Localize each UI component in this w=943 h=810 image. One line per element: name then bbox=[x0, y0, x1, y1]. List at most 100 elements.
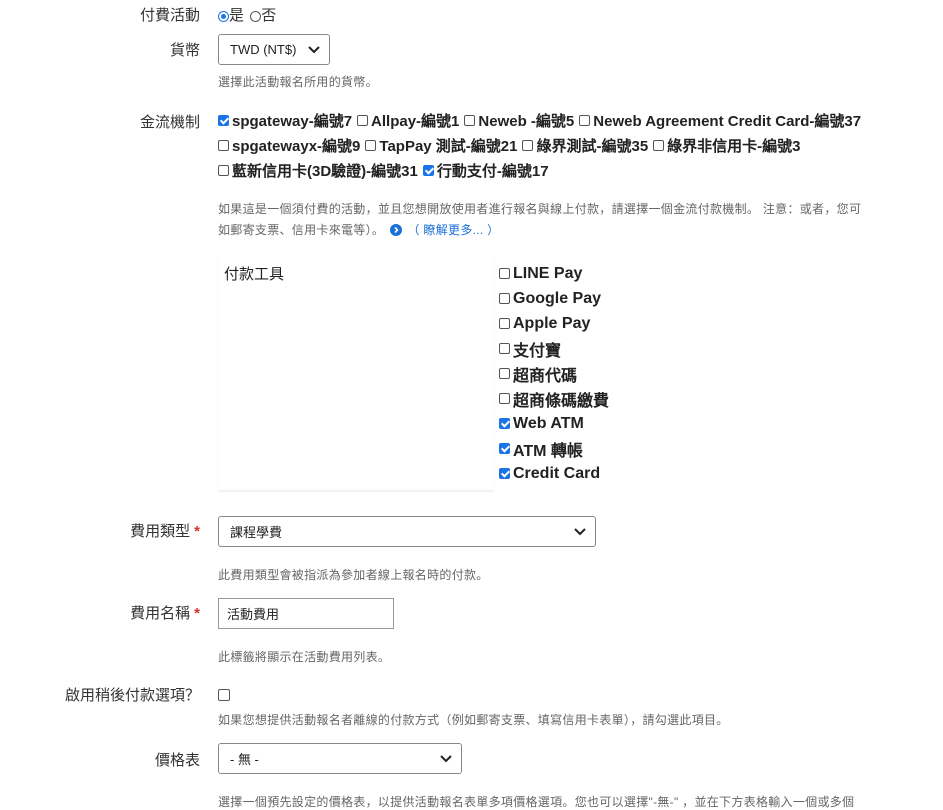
payment-tool-item[interactable]: ATM 轉帳 bbox=[499, 436, 609, 461]
gateway-help-line1: 如果這是一個須付費的活動，並且您想開放使用者進行報名與線上付款，請選擇一個金流付… bbox=[218, 202, 862, 216]
payment-tool-item[interactable]: 支付寶 bbox=[499, 336, 609, 361]
gateway-option[interactable]: 行動支付-編號17 bbox=[422, 160, 549, 181]
chevron-down-icon bbox=[308, 45, 320, 53]
payment-tool-checkbox[interactable] bbox=[499, 293, 510, 304]
fee-type-help: 此費用類型會被指派為參加者線上報名時的付款。 bbox=[218, 568, 489, 582]
gateway-checkbox[interactable] bbox=[579, 115, 591, 127]
fee-type-value: 課程學費 bbox=[230, 525, 283, 540]
paid-activity-options: 是 否 bbox=[218, 4, 276, 25]
gateway-option-label: 行動支付-編號17 bbox=[436, 163, 549, 180]
payment-tool-label: 超商代碼 bbox=[513, 367, 578, 385]
fee-type-label: 費用類型 * bbox=[130, 520, 200, 541]
gateway-option-label: Neweb -編號5 bbox=[478, 113, 575, 130]
gateway-label: 金流機制 bbox=[139, 114, 200, 131]
currency-help: 選擇此活動報名所用的貨幣。 bbox=[218, 75, 378, 89]
fee-type-select[interactable]: 課程學費 bbox=[218, 516, 596, 547]
info-arrow-icon bbox=[389, 224, 402, 236]
price-set-value: - 無 - bbox=[230, 752, 259, 767]
gateway-checkbox[interactable] bbox=[653, 140, 665, 152]
gateway-option-label: TapPay 測試-編號21 bbox=[379, 138, 518, 155]
gateway-help-line2: 如郵寄支票、信用卡來電等）。 （ 瞭解更多... ） bbox=[218, 221, 499, 238]
payment-tool-label: LINE Pay bbox=[513, 264, 583, 282]
payment-tool-label: ATM 轉帳 bbox=[513, 442, 583, 460]
learn-more-link[interactable]: （ 瞭解更多... ） bbox=[407, 223, 499, 237]
payment-tools-title: 付款工具 bbox=[224, 266, 285, 283]
pay-later-label: 啟用稍後付款選項？ bbox=[64, 687, 200, 704]
payment-tool-item[interactable]: Google Pay bbox=[499, 286, 609, 311]
gateway-checkbox[interactable] bbox=[218, 165, 229, 177]
currency-value: TWD (NT$) bbox=[230, 42, 297, 57]
payment-tool-label: Google Pay bbox=[513, 289, 602, 307]
gateway-option[interactable]: 綠界非信用卡-編號3 bbox=[653, 135, 801, 156]
gateway-checkbox[interactable] bbox=[464, 115, 476, 127]
fee-name-help: 此標籤將顯示在活動費用列表。 bbox=[218, 650, 391, 664]
paid-yes-radio[interactable] bbox=[218, 10, 229, 22]
gateway-row: spgatewayx-編號9 TapPay 測試-編號21 綠界測試-編號35 綠界非… bbox=[218, 135, 806, 156]
gateway-option-label: Neweb Agreement Credit Card-編號37 bbox=[593, 113, 862, 130]
required-mark: * bbox=[194, 605, 200, 622]
gateway-option-label: spgatewayx-編號9 bbox=[232, 138, 361, 155]
payment-tool-checkbox[interactable] bbox=[499, 343, 510, 354]
gateway-row: 藍新信用卡(3D驗證)-編號31 行動支付-編號17 bbox=[218, 160, 554, 181]
gateway-checkbox[interactable] bbox=[218, 115, 229, 127]
paid-no-label: 否 bbox=[261, 7, 277, 24]
paid-activity-label: 付費活動 bbox=[139, 7, 200, 24]
gateway-option[interactable]: 藍新信用卡(3D驗證)-編號31 bbox=[218, 160, 418, 181]
payment-tool-label: Web ATM bbox=[513, 414, 584, 432]
payment-tool-item[interactable]: 超商條碼繳費 bbox=[499, 386, 609, 411]
price-set-help: 選擇一個預先設定的價格表，以提供活動報名表單多項價格選項。您也可以選擇"-無-"… bbox=[218, 795, 855, 809]
paid-yes-label: 是 bbox=[229, 7, 245, 24]
gateway-help-text: 如郵寄支票、信用卡來電等）。 bbox=[218, 223, 385, 237]
payment-tools-list: LINE Pay Google Pay Apple Pay 支付寶超商代碼超商條碼繳費… bbox=[499, 261, 609, 486]
payment-tool-item[interactable]: LINE Pay bbox=[499, 261, 609, 286]
gateway-row: spgateway-編號7 Allpay-編號1 Neweb -編號5 Neweb A… bbox=[218, 110, 866, 131]
pay-later-help: 如果您想提供活動報名者離線的付款方式（例如郵寄支票、填寫信用卡表單），請勾選此項… bbox=[218, 713, 729, 727]
payment-tool-item[interactable]: Apple Pay bbox=[499, 311, 609, 336]
gateway-checkbox[interactable] bbox=[357, 115, 369, 127]
chevron-down-icon bbox=[574, 527, 586, 535]
pay-later-checkbox[interactable] bbox=[218, 688, 230, 701]
fee-type-label-text: 費用類型 bbox=[130, 523, 191, 540]
paid-no-radio[interactable] bbox=[250, 10, 262, 22]
price-set-select[interactable]: - 無 - bbox=[218, 743, 462, 774]
gateway-option[interactable]: 綠界測試-編號35 bbox=[522, 135, 648, 156]
payment-tool-label: Credit Card bbox=[513, 464, 601, 482]
gateway-checkbox[interactable] bbox=[422, 165, 434, 177]
payment-tool-item[interactable]: Credit Card bbox=[499, 461, 609, 486]
payment-tools-panel: 付款工具 bbox=[218, 254, 494, 491]
payment-tool-checkbox[interactable] bbox=[499, 468, 510, 479]
fee-name-label-text: 費用名稱 bbox=[130, 605, 191, 622]
gateway-option-label: 綠界非信用卡-編號3 bbox=[667, 138, 801, 155]
gateway-option[interactable]: spgatewayx-編號9 bbox=[218, 135, 360, 156]
payment-tool-label: 支付寶 bbox=[513, 342, 562, 360]
gateway-option[interactable]: TapPay 測試-編號21 bbox=[365, 135, 517, 156]
gateway-option[interactable]: Neweb -編號5 bbox=[464, 110, 574, 131]
gateway-option[interactable]: spgateway-編號7 bbox=[218, 110, 352, 131]
fee-name-label: 費用名稱 * bbox=[130, 602, 200, 623]
payment-tool-checkbox[interactable] bbox=[499, 443, 510, 454]
gateway-checkbox[interactable] bbox=[522, 140, 534, 152]
gateway-option-label: spgateway-編號7 bbox=[232, 113, 353, 130]
gateway-checkbox[interactable] bbox=[218, 140, 229, 152]
gateway-option-label: Allpay-編號1 bbox=[371, 113, 460, 130]
gateway-checkbox[interactable] bbox=[365, 140, 377, 152]
payment-tool-checkbox[interactable] bbox=[499, 318, 510, 329]
payment-tool-checkbox[interactable] bbox=[499, 368, 510, 379]
payment-tool-item[interactable]: Web ATM bbox=[499, 411, 609, 436]
payment-tool-checkbox[interactable] bbox=[499, 418, 510, 429]
payment-tool-checkbox[interactable] bbox=[499, 268, 510, 279]
price-set-label: 價格表 bbox=[154, 752, 200, 769]
payment-tool-label: Apple Pay bbox=[513, 314, 591, 332]
payment-tool-checkbox[interactable] bbox=[499, 393, 510, 404]
gateway-option-label: 藍新信用卡(3D驗證)-編號31 bbox=[232, 163, 418, 180]
currency-label: 貨幣 bbox=[169, 42, 200, 59]
payment-tool-item[interactable]: 超商代碼 bbox=[499, 361, 609, 386]
gateway-option[interactable]: Neweb Agreement Credit Card-編號37 bbox=[579, 110, 861, 131]
payment-tool-label: 超商條碼繳費 bbox=[513, 392, 610, 410]
gateway-option-label: 綠界測試-編號35 bbox=[536, 138, 649, 155]
chevron-down-icon bbox=[440, 754, 452, 762]
required-mark: * bbox=[194, 523, 200, 540]
currency-select[interactable]: TWD (NT$) bbox=[218, 34, 330, 65]
gateway-option[interactable]: Allpay-編號1 bbox=[357, 110, 459, 131]
fee-name-input[interactable]: 活動費用 bbox=[218, 598, 394, 629]
